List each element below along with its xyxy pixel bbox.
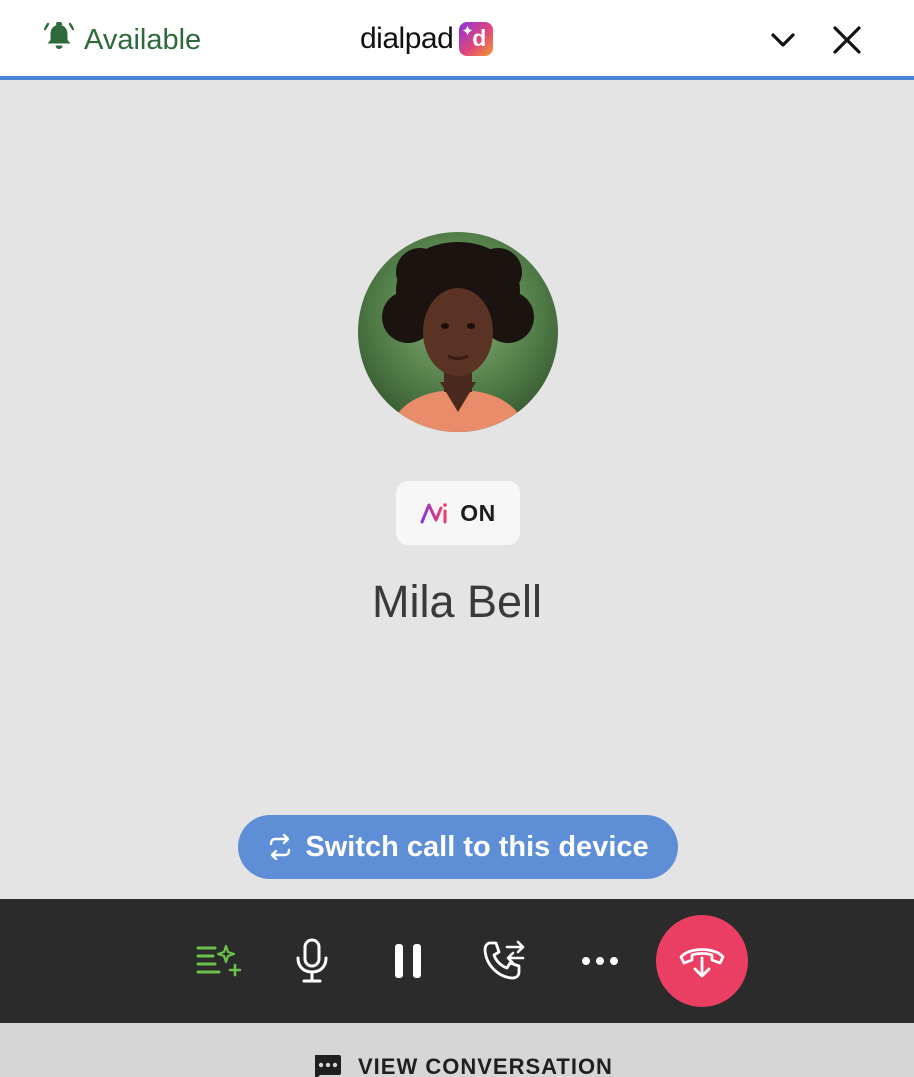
hangup-button[interactable]	[656, 915, 748, 1007]
hold-button[interactable]	[384, 937, 432, 985]
view-conversation-label: VIEW CONVERSATION	[358, 1054, 613, 1077]
transfer-button[interactable]	[480, 937, 528, 985]
switch-device-button[interactable]: Switch call to this device	[238, 815, 678, 879]
transfer-call-icon	[483, 940, 525, 980]
microphone-icon	[296, 938, 328, 983]
contact-name: Mila Bell	[371, 576, 543, 627]
view-conversation-button[interactable]: VIEW CONVERSATION	[312, 1053, 613, 1077]
minimize-button[interactable]	[763, 20, 803, 60]
ai-logo-icon	[420, 503, 448, 524]
chat-bubble-icon	[315, 1055, 341, 1077]
ai-notes-button[interactable]	[194, 937, 242, 985]
brand-logo: dialpad ✦ d	[360, 21, 494, 57]
avatar	[358, 232, 558, 432]
pause-icon	[395, 944, 421, 978]
chevron-down-icon	[771, 33, 795, 47]
call-controls-bar	[0, 899, 914, 1023]
footer-bar: VIEW CONVERSATION	[0, 1023, 914, 1077]
dialpad-logo-icon: ✦ d	[459, 22, 494, 56]
close-button[interactable]	[827, 20, 867, 60]
switch-arrows-icon	[270, 834, 291, 860]
more-icon	[582, 957, 618, 965]
call-panel: ON Mila Bell Switch call to this device	[0, 84, 914, 899]
ai-status-label: ON	[460, 499, 496, 526]
ai-assist-toggle[interactable]: ON	[396, 481, 520, 545]
switch-device-label: Switch call to this device	[305, 830, 649, 863]
more-options-button[interactable]	[576, 937, 624, 985]
brand-name: dialpad	[360, 22, 454, 55]
status-label: Available	[84, 23, 202, 56]
alarm-bell-icon	[43, 20, 75, 60]
close-icon	[833, 26, 861, 54]
mute-button[interactable]	[288, 937, 336, 985]
hangup-icon	[679, 948, 725, 978]
availability-status[interactable]: Available	[43, 20, 202, 60]
ai-notes-icon	[196, 944, 241, 977]
header-bar: Available dialpad ✦ d	[0, 0, 914, 80]
